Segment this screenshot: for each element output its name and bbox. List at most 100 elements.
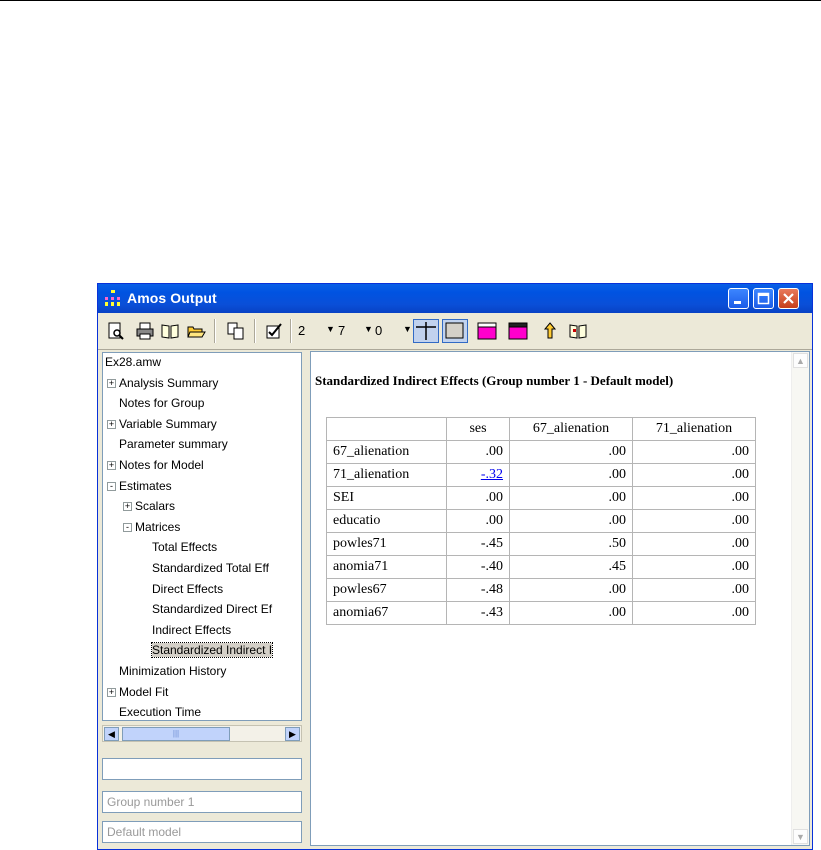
digits-dropdown-icon[interactable]: ▼ bbox=[403, 324, 412, 334]
row-label: anomia71 bbox=[326, 555, 447, 579]
amos-output-window: Amos Output 2 ▼ 7 ▼ 0 ▼ Ex28.amw + Analy… bbox=[97, 283, 813, 850]
expand-icon[interactable]: + bbox=[107, 419, 116, 429]
minimize-icon bbox=[734, 301, 741, 304]
tree-item[interactable]: + Model Fit bbox=[107, 685, 168, 699]
expand-icon[interactable]: + bbox=[123, 502, 132, 512]
tree-item[interactable]: Standardized Direct Ef bbox=[152, 602, 272, 616]
minimize-button[interactable] bbox=[728, 288, 749, 309]
cell-border-button[interactable] bbox=[442, 319, 468, 343]
collapse-icon[interactable]: - bbox=[107, 481, 116, 491]
table-cell: .45 bbox=[509, 555, 633, 579]
width-dropdown-icon[interactable]: ▼ bbox=[364, 324, 373, 334]
tree-item[interactable]: Standardized Indirect I bbox=[150, 642, 274, 659]
up-arrow-icon[interactable] bbox=[540, 321, 560, 341]
help-book-icon[interactable] bbox=[568, 321, 588, 341]
tree-item[interactable]: Notes for Group bbox=[119, 396, 204, 410]
tree-item[interactable]: + Analysis Summary bbox=[107, 376, 218, 390]
scroll-down-icon[interactable]: ▼ bbox=[793, 829, 808, 844]
row-label: powles71 bbox=[326, 532, 447, 556]
table-cell: -.43 bbox=[446, 601, 510, 625]
toolbar-separator bbox=[254, 319, 256, 343]
row-label: 67_alienation bbox=[326, 440, 447, 464]
model-name-field[interactable]: Default model bbox=[102, 821, 302, 843]
tree-item[interactable]: Total Effects bbox=[152, 540, 217, 554]
tree-item-label: Indirect Effects bbox=[152, 622, 232, 637]
tree-item-label: Model Fit bbox=[119, 684, 169, 699]
grid-lines-icon bbox=[416, 322, 436, 340]
table-cell: .00 bbox=[632, 578, 756, 602]
table-cell: .00 bbox=[632, 555, 756, 579]
open-folder-icon[interactable] bbox=[186, 321, 206, 341]
table-row: anomia71 -.40.45.00 bbox=[326, 555, 756, 579]
tree-item-label: Ex28.amw bbox=[105, 355, 162, 369]
tree-item[interactable]: - Estimates bbox=[107, 479, 172, 493]
table-row: powles71 -.45.50.00 bbox=[326, 532, 756, 556]
tree-item[interactable]: Minimization History bbox=[119, 664, 226, 678]
table-cell: .00 bbox=[632, 601, 756, 625]
color-icon[interactable] bbox=[507, 321, 529, 341]
tree-item[interactable]: - Matrices bbox=[123, 520, 180, 534]
print-preview-icon[interactable] bbox=[106, 321, 126, 341]
tree-item[interactable]: Ex28.amw bbox=[105, 355, 161, 369]
grid-lines-button[interactable] bbox=[413, 319, 439, 343]
collapse-icon[interactable]: - bbox=[123, 522, 132, 532]
decimals-dropdown-icon[interactable]: ▼ bbox=[326, 324, 335, 334]
tree-item[interactable]: Indirect Effects bbox=[152, 623, 231, 637]
scroll-up-icon[interactable]: ▲ bbox=[793, 353, 808, 368]
table-row: educatio .00.00.00 bbox=[326, 509, 756, 533]
tree-item-label: Direct Effects bbox=[152, 581, 224, 596]
decimals-select[interactable]: 2 bbox=[298, 323, 305, 338]
scroll-left-icon[interactable]: ◀ bbox=[104, 727, 119, 741]
header-corner-cell bbox=[326, 417, 447, 441]
scroll-thumb[interactable]: ||| bbox=[122, 727, 230, 741]
table-cell: .00 bbox=[632, 440, 756, 464]
output-vertical-scrollbar[interactable]: ▲ ▼ bbox=[791, 352, 809, 845]
expand-icon[interactable]: + bbox=[107, 461, 116, 470]
tree-item[interactable]: + Scalars bbox=[123, 499, 175, 513]
tree-item-label: Minimization History bbox=[119, 664, 227, 678]
toolbar: 2 ▼ 7 ▼ 0 ▼ bbox=[98, 313, 812, 350]
table-row: SEI .00.00.00 bbox=[326, 486, 756, 510]
table-row: anomia67 -.43.00.00 bbox=[326, 601, 756, 625]
expand-icon[interactable]: + bbox=[107, 378, 116, 388]
book-icon[interactable] bbox=[160, 321, 180, 341]
row-label: 71_alienation bbox=[326, 463, 447, 487]
tree-item[interactable]: + Variable Summary bbox=[107, 417, 217, 431]
cell-border-icon bbox=[445, 322, 464, 339]
tree-item[interactable]: Parameter summary bbox=[119, 437, 228, 451]
copy-icon[interactable] bbox=[226, 321, 246, 341]
column-header: 71_alienation bbox=[632, 417, 756, 441]
tree-item[interactable]: Direct Effects bbox=[152, 582, 223, 596]
table-cell: -.32 bbox=[446, 463, 510, 487]
table-cell: .00 bbox=[509, 509, 633, 533]
checkbox-icon[interactable] bbox=[264, 321, 284, 341]
expand-icon[interactable]: + bbox=[107, 687, 116, 697]
title-bar[interactable]: Amos Output bbox=[98, 284, 812, 313]
effect-value-link[interactable]: -.32 bbox=[481, 467, 503, 482]
table-cell: .00 bbox=[509, 578, 633, 602]
tree-item-label: Execution Time bbox=[119, 705, 202, 720]
tree-item[interactable]: + Notes for Model bbox=[107, 458, 204, 472]
width-select[interactable]: 7 bbox=[338, 323, 345, 338]
maximize-button[interactable] bbox=[753, 288, 774, 309]
print-icon[interactable] bbox=[135, 321, 155, 341]
tree-item-label: Scalars bbox=[135, 499, 176, 514]
toolbar-separator bbox=[214, 319, 216, 343]
tree-item-label: Parameter summary bbox=[119, 437, 228, 452]
group-name-field[interactable]: Group number 1 bbox=[102, 791, 302, 813]
tree-item[interactable]: Execution Time bbox=[119, 705, 201, 719]
table-cell: .00 bbox=[632, 532, 756, 556]
tree-horizontal-scrollbar[interactable]: ◀ ||| ▶ bbox=[102, 725, 302, 742]
table-cell: -.45 bbox=[446, 532, 510, 556]
tree-item[interactable]: Standardized Total Eff bbox=[152, 561, 269, 575]
table-format-icon[interactable] bbox=[476, 321, 498, 341]
page-title: Standardized Indirect Effects (Group num… bbox=[315, 373, 674, 388]
digits-select[interactable]: 0 bbox=[375, 323, 382, 338]
group-filter-field[interactable] bbox=[102, 758, 302, 780]
table-cell: .00 bbox=[446, 440, 510, 464]
tree-item-label: Analysis Summary bbox=[119, 375, 219, 390]
scroll-right-icon[interactable]: ▶ bbox=[285, 727, 300, 741]
close-button[interactable] bbox=[778, 288, 799, 309]
output-tree[interactable]: Ex28.amw + Analysis Summary Notes for Group… bbox=[102, 352, 302, 721]
tree-item-label: Standardized Total Eff bbox=[152, 561, 269, 575]
